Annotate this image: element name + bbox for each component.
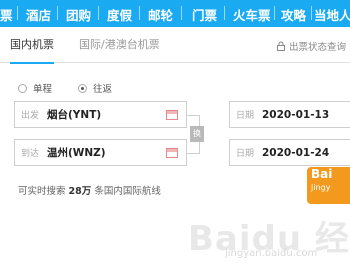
route-count-hint: 可实时搜索 28万 条国内国际航线 [18,183,161,197]
nav-divider [98,6,99,20]
arrival-city-field[interactable]: 到达 温州(WNZ) [14,139,187,166]
departure-date-field[interactable]: 日期 2020-01-13 [229,101,350,128]
tab-international-flights[interactable]: 国际/港澳台机票 [79,27,160,63]
roundtrip-option[interactable]: 往返 [78,81,112,95]
nav-item-flight[interactable]: 票 [0,5,13,24]
nav-divider [274,6,275,20]
departure-city-value: 烟台(YNT) [47,109,102,121]
route-count: 28万 [68,186,92,197]
return-date-field[interactable]: 日期 2020-01-24 [229,139,350,166]
oneway-label: 单程 [33,84,53,95]
baidu-watermark-url: jingyan.baidu.com [225,248,318,259]
trip-type-group: 单程 往返 [18,81,138,95]
roundtrip-radio[interactable] [78,83,88,93]
nav-divider [57,6,58,20]
nav-item-locals[interactable]: 当地人 [314,5,350,24]
nav-item-guides[interactable]: 攻略 [281,5,306,24]
departure-city-label: 出发 [21,111,40,121]
hint-suffix: 条国内国际航线 [94,186,161,197]
departure-date-label: 日期 [236,111,255,121]
nav-item-hotel[interactable]: 酒店 [26,5,51,24]
search-badge-text: Bai [311,167,333,181]
oneway-option[interactable]: 单程 [18,81,52,95]
search-flights-button[interactable]: Bai jingy [307,167,350,204]
return-date-value: 2020-01-24 [262,146,330,159]
ticket-status-label: 出票状态查询 [288,42,346,53]
arrival-city-value: 温州(WNZ) [47,147,106,159]
oneway-radio[interactable] [18,83,27,93]
city-picker-icon[interactable] [166,148,178,158]
tab-domestic-flights[interactable]: 国内机票 [10,27,54,64]
nav-divider [17,6,18,20]
nav-item-vacation[interactable]: 度假 [107,5,132,24]
nav-divider [311,6,312,20]
arrival-city-label: 到达 [21,149,40,159]
nav-divider [181,6,182,20]
departure-city-field[interactable]: 出发 烟台(YNT) [14,101,187,128]
search-badge-sub: jingy [311,183,331,192]
roundtrip-label: 往返 [93,84,113,95]
nav-item-groupbuy[interactable]: 团购 [66,5,91,24]
nav-divider [224,6,225,20]
nav-item-tickets[interactable]: 门票 [192,5,217,24]
flight-tab-bar: 国内机票 国际/港澳台机票 出票状态查询 [0,27,350,64]
nav-divider [139,6,140,20]
top-navigation: 票 酒店 团购 度假 邮轮 门票 火车票 攻略 当地人 [0,0,350,27]
return-date-label: 日期 [236,149,255,159]
ticket-status-link[interactable]: 出票状态查询 [276,39,346,53]
lock-icon [276,41,285,51]
departure-date-value: 2020-01-13 [262,108,330,121]
city-picker-icon[interactable] [166,110,178,120]
hint-prefix: 可实时搜索 [18,186,66,197]
nav-item-cruise[interactable]: 邮轮 [148,5,173,24]
swap-cities-button[interactable]: 换 [190,126,204,142]
nav-item-train[interactable]: 火车票 [233,5,271,24]
